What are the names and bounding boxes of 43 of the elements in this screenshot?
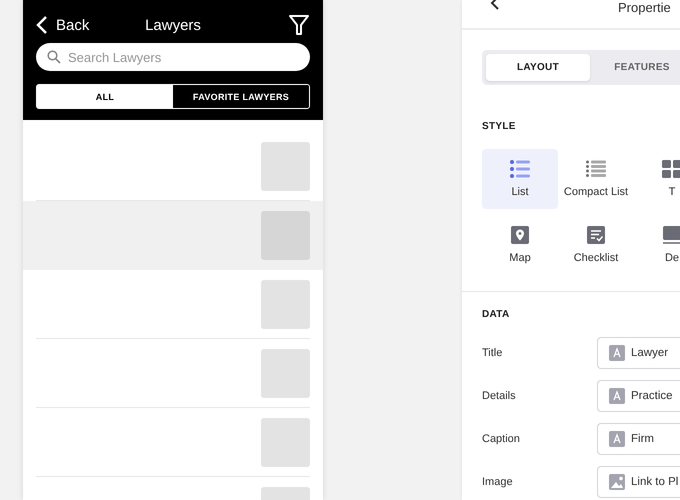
chevron-left-icon[interactable] xyxy=(490,0,500,10)
select-field[interactable]: Link to Pl xyxy=(597,466,680,498)
list-icon xyxy=(510,160,530,178)
field-label: Caption xyxy=(482,433,521,445)
map-pin-icon xyxy=(511,226,529,244)
tab[interactable]: FEATURES xyxy=(590,54,680,81)
section-heading: DATA xyxy=(482,309,510,320)
checklist-icon xyxy=(587,226,605,244)
list-row[interactable] xyxy=(23,201,323,270)
style-option[interactable]: List xyxy=(482,149,558,209)
image-placeholder xyxy=(261,280,310,328)
style-option[interactable]: Compact List xyxy=(558,149,634,209)
search-icon xyxy=(47,50,61,64)
field-label: Title xyxy=(482,347,504,359)
style-option[interactable]: T xyxy=(634,149,680,209)
text-type-icon xyxy=(609,345,625,361)
filter-icon[interactable] xyxy=(288,14,310,36)
chevron-left-icon xyxy=(36,16,48,34)
style-option[interactable]: De xyxy=(634,215,680,275)
image-placeholder xyxy=(261,418,310,466)
image-placeholder xyxy=(261,210,310,260)
screen-title: Lawyers xyxy=(145,16,201,34)
image-placeholder xyxy=(261,142,310,190)
select-field[interactable]: Firm xyxy=(597,423,680,455)
list-icon xyxy=(586,160,606,178)
segment-tab[interactable]: ALL xyxy=(37,85,173,108)
tiles-icon xyxy=(662,160,680,178)
field-label: Image xyxy=(482,476,514,488)
search-field[interactable]: Search Lawyers xyxy=(36,43,310,71)
select-field[interactable]: Lawyer xyxy=(597,337,680,369)
back-button[interactable]: Back xyxy=(36,16,90,34)
style-option[interactable]: Map xyxy=(482,215,558,275)
select-field[interactable]: Practice xyxy=(597,380,680,412)
field-label: Details xyxy=(482,390,517,402)
text-type-icon xyxy=(609,431,625,447)
detail-icon xyxy=(663,226,680,244)
text-type-icon xyxy=(609,388,625,404)
image-icon xyxy=(609,474,625,490)
image-placeholder xyxy=(261,348,310,398)
section-heading: STYLE xyxy=(482,121,517,132)
tab[interactable]: LAYOUT xyxy=(486,54,590,81)
style-option[interactable]: Checklist xyxy=(558,215,634,275)
panel-title: Propertie xyxy=(618,0,671,15)
